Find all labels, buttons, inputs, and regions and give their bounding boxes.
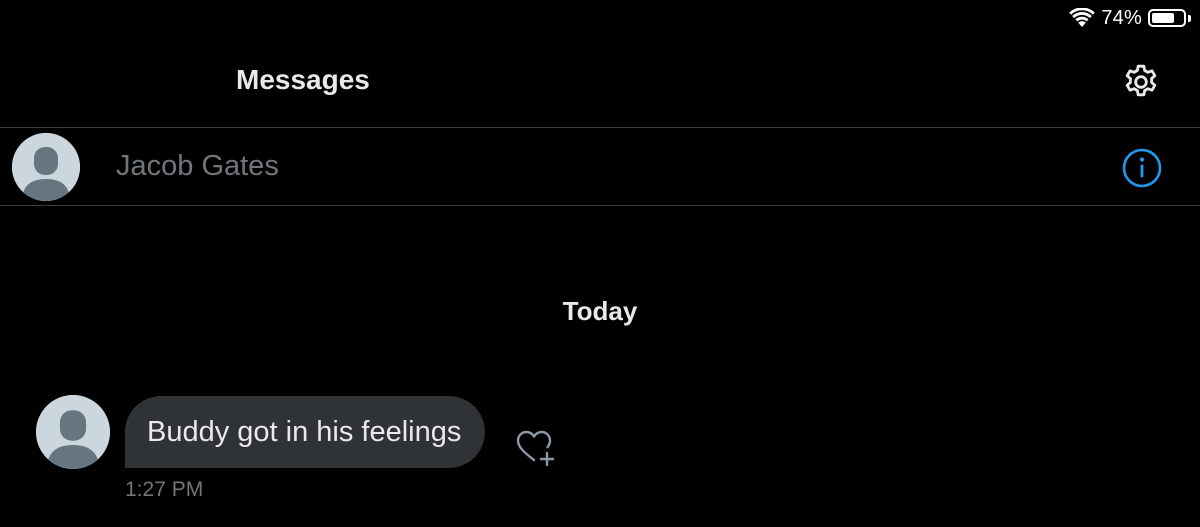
page-title: Messages (236, 64, 370, 95)
default-avatar-icon (36, 395, 110, 469)
conversation-header[interactable]: Jacob Gates (0, 128, 1200, 205)
conversation-divider (0, 205, 1200, 206)
battery-icon (1148, 8, 1192, 28)
day-separator: Today (562, 296, 638, 326)
info-icon[interactable] (1121, 147, 1163, 189)
contact-name[interactable]: Jacob Gates (116, 150, 279, 183)
wifi-icon (1069, 8, 1096, 27)
battery-fill (1152, 13, 1175, 23)
message-bubble[interactable]: Buddy got in his feelings (125, 396, 486, 468)
default-avatar-icon (12, 133, 80, 201)
message-timestamp: 1:27 PM (125, 478, 204, 501)
battery-percentage: 74% (1101, 6, 1142, 29)
status-bar: 74% (1069, 0, 1200, 36)
messages-header: Messages (0, 50, 1200, 114)
heart-plus-icon[interactable] (515, 428, 559, 466)
message-avatar[interactable] (36, 395, 110, 469)
gear-icon[interactable] (1121, 62, 1161, 102)
contact-avatar[interactable] (12, 133, 80, 201)
